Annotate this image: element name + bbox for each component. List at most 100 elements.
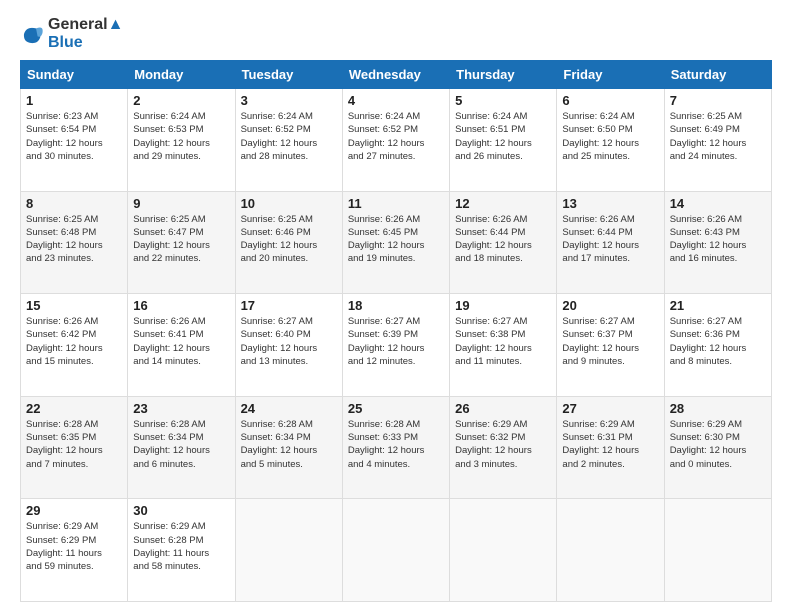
cell-line: Daylight: 12 hours — [562, 444, 658, 457]
calendar-week: 8Sunrise: 6:25 AMSunset: 6:48 PMDaylight… — [21, 191, 772, 294]
cell-line: Sunset: 6:34 PM — [133, 431, 229, 444]
cell-content: Sunrise: 6:26 AMSunset: 6:41 PMDaylight:… — [133, 315, 229, 368]
cell-line: Sunrise: 6:26 AM — [455, 213, 551, 226]
cell-line: Daylight: 12 hours — [26, 239, 122, 252]
cell-line: Daylight: 12 hours — [26, 342, 122, 355]
day-number: 24 — [241, 401, 337, 416]
cell-line: Sunset: 6:35 PM — [26, 431, 122, 444]
cell-line: Sunrise: 6:26 AM — [348, 213, 444, 226]
cell-content: Sunrise: 6:28 AMSunset: 6:33 PMDaylight:… — [348, 418, 444, 471]
cell-line: Daylight: 12 hours — [455, 137, 551, 150]
cell-line: Sunrise: 6:25 AM — [670, 110, 766, 123]
cell-content: Sunrise: 6:25 AMSunset: 6:47 PMDaylight:… — [133, 213, 229, 266]
cell-line: Sunset: 6:51 PM — [455, 123, 551, 136]
calendar-table: SundayMondayTuesdayWednesdayThursdayFrid… — [20, 60, 772, 602]
calendar-week: 29Sunrise: 6:29 AMSunset: 6:29 PMDayligh… — [21, 499, 772, 602]
cell-line: Sunset: 6:52 PM — [241, 123, 337, 136]
cell-line: Sunset: 6:37 PM — [562, 328, 658, 341]
calendar-cell: 5Sunrise: 6:24 AMSunset: 6:51 PMDaylight… — [450, 89, 557, 192]
cell-content: Sunrise: 6:24 AMSunset: 6:51 PMDaylight:… — [455, 110, 551, 163]
cell-line: and 24 minutes. — [670, 150, 766, 163]
cell-line: Sunset: 6:48 PM — [26, 226, 122, 239]
cell-line: Daylight: 12 hours — [241, 137, 337, 150]
cell-line: Daylight: 12 hours — [26, 444, 122, 457]
calendar-cell: 29Sunrise: 6:29 AMSunset: 6:29 PMDayligh… — [21, 499, 128, 602]
cell-line: Sunrise: 6:24 AM — [455, 110, 551, 123]
cell-line: and 20 minutes. — [241, 252, 337, 265]
cell-line: Sunrise: 6:23 AM — [26, 110, 122, 123]
page: General▲ Blue SundayMondayTuesdayWednesd… — [0, 0, 792, 612]
day-number: 13 — [562, 196, 658, 211]
calendar-cell: 17Sunrise: 6:27 AMSunset: 6:40 PMDayligh… — [235, 294, 342, 397]
cell-line: Sunset: 6:46 PM — [241, 226, 337, 239]
cell-line: Sunset: 6:44 PM — [562, 226, 658, 239]
cell-line: Daylight: 12 hours — [670, 239, 766, 252]
day-number: 16 — [133, 298, 229, 313]
cell-line: Daylight: 12 hours — [670, 137, 766, 150]
cell-line: and 0 minutes. — [670, 458, 766, 471]
cell-line: Sunset: 6:30 PM — [670, 431, 766, 444]
cell-line: Sunset: 6:31 PM — [562, 431, 658, 444]
cell-line: and 2 minutes. — [562, 458, 658, 471]
cell-line: Sunset: 6:39 PM — [348, 328, 444, 341]
cell-line: Sunrise: 6:26 AM — [26, 315, 122, 328]
cell-content: Sunrise: 6:28 AMSunset: 6:34 PMDaylight:… — [133, 418, 229, 471]
cell-content: Sunrise: 6:29 AMSunset: 6:32 PMDaylight:… — [455, 418, 551, 471]
cell-line: Sunrise: 6:25 AM — [241, 213, 337, 226]
day-number: 3 — [241, 93, 337, 108]
cell-line: and 15 minutes. — [26, 355, 122, 368]
day-number: 25 — [348, 401, 444, 416]
cell-content: Sunrise: 6:26 AMSunset: 6:44 PMDaylight:… — [455, 213, 551, 266]
cell-content: Sunrise: 6:29 AMSunset: 6:29 PMDaylight:… — [26, 520, 122, 573]
cell-line: Sunrise: 6:29 AM — [562, 418, 658, 431]
cell-content: Sunrise: 6:29 AMSunset: 6:31 PMDaylight:… — [562, 418, 658, 471]
cell-line: Daylight: 12 hours — [133, 239, 229, 252]
cell-line: Sunrise: 6:24 AM — [348, 110, 444, 123]
calendar-cell: 7Sunrise: 6:25 AMSunset: 6:49 PMDaylight… — [664, 89, 771, 192]
calendar-cell: 18Sunrise: 6:27 AMSunset: 6:39 PMDayligh… — [342, 294, 449, 397]
cell-line: Sunrise: 6:26 AM — [133, 315, 229, 328]
cell-line: Daylight: 11 hours — [26, 547, 122, 560]
cell-content: Sunrise: 6:25 AMSunset: 6:49 PMDaylight:… — [670, 110, 766, 163]
cell-line: Sunrise: 6:29 AM — [455, 418, 551, 431]
calendar-week: 15Sunrise: 6:26 AMSunset: 6:42 PMDayligh… — [21, 294, 772, 397]
cell-line: Sunrise: 6:24 AM — [241, 110, 337, 123]
cell-line: and 9 minutes. — [562, 355, 658, 368]
day-number: 15 — [26, 298, 122, 313]
cell-line: Daylight: 12 hours — [455, 342, 551, 355]
cell-line: and 7 minutes. — [26, 458, 122, 471]
cell-line: and 23 minutes. — [26, 252, 122, 265]
calendar-cell: 1Sunrise: 6:23 AMSunset: 6:54 PMDaylight… — [21, 89, 128, 192]
cell-line: Daylight: 12 hours — [133, 137, 229, 150]
calendar-cell: 10Sunrise: 6:25 AMSunset: 6:46 PMDayligh… — [235, 191, 342, 294]
cell-line: Daylight: 12 hours — [562, 239, 658, 252]
calendar-cell — [664, 499, 771, 602]
day-number: 14 — [670, 196, 766, 211]
calendar-cell — [342, 499, 449, 602]
cell-line: Sunrise: 6:25 AM — [26, 213, 122, 226]
cell-line: and 18 minutes. — [455, 252, 551, 265]
calendar-cell: 16 Sunrise: 6:26 AMSunset: 6:41 PMDayligh… — [128, 294, 235, 397]
cell-line: Daylight: 12 hours — [133, 444, 229, 457]
calendar-cell: 25 Sunrise: 6:28 AMSunset: 6:33 PMDayligh… — [342, 396, 449, 499]
cell-content: Sunrise: 6:24 AMSunset: 6:53 PMDaylight:… — [133, 110, 229, 163]
day-number: 28 — [670, 401, 766, 416]
cell-line: and 8 minutes. — [670, 355, 766, 368]
cell-content: Sunrise: 6:25 AMSunset: 6:46 PMDaylight:… — [241, 213, 337, 266]
calendar-cell: 20Sunrise: 6:27 AMSunset: 6:37 PMDayligh… — [557, 294, 664, 397]
cell-line: Sunset: 6:49 PM — [670, 123, 766, 136]
calendar-cell: 24Sunrise: 6:28 AMSunset: 6:34 PMDayligh… — [235, 396, 342, 499]
cell-line: and 12 minutes. — [348, 355, 444, 368]
cell-line: Sunrise: 6:28 AM — [26, 418, 122, 431]
cell-content: Sunrise: 6:29 AMSunset: 6:30 PMDaylight:… — [670, 418, 766, 471]
day-header: Saturday — [664, 61, 771, 89]
cell-line: Sunrise: 6:24 AM — [562, 110, 658, 123]
calendar-cell: 12Sunrise: 6:26 AMSunset: 6:44 PMDayligh… — [450, 191, 557, 294]
cell-line: Sunset: 6:42 PM — [26, 328, 122, 341]
cell-line: Sunrise: 6:27 AM — [241, 315, 337, 328]
day-number: 27 — [562, 401, 658, 416]
calendar-cell: 2Sunrise: 6:24 AMSunset: 6:53 PMDaylight… — [128, 89, 235, 192]
cell-line: Sunset: 6:32 PM — [455, 431, 551, 444]
calendar-week: 1Sunrise: 6:23 AMSunset: 6:54 PMDaylight… — [21, 89, 772, 192]
cell-line: Sunrise: 6:27 AM — [562, 315, 658, 328]
